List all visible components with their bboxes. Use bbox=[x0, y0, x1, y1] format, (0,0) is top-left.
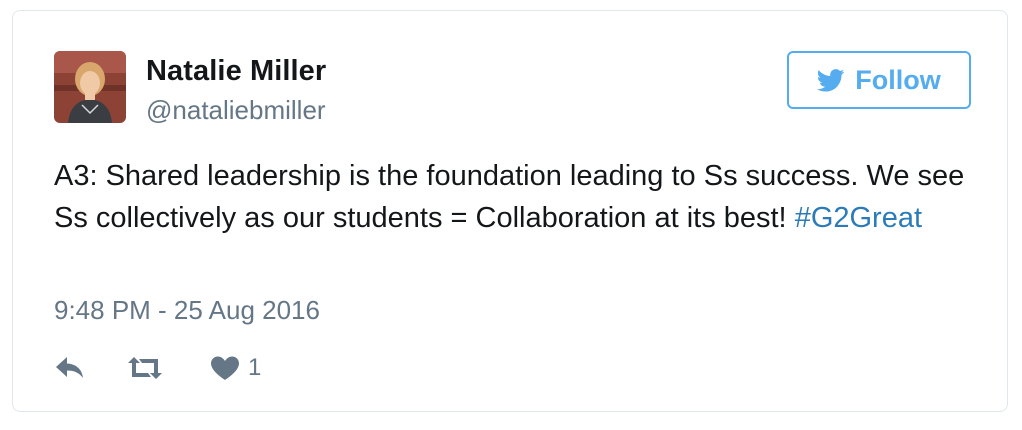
follow-button[interactable]: Follow bbox=[787, 51, 971, 109]
reply-button[interactable] bbox=[54, 355, 86, 381]
heart-icon bbox=[211, 356, 239, 380]
retweet-button[interactable] bbox=[126, 355, 164, 381]
retweet-icon bbox=[128, 357, 162, 379]
hashtag-link[interactable]: #G2Great bbox=[795, 202, 922, 234]
timestamp-link[interactable]: 9:48 PM - 25 Aug 2016 bbox=[54, 295, 320, 326]
tweet-text: A3: Shared leadership is the foundation … bbox=[54, 155, 974, 239]
tweet-card: Natalie Miller @nataliebmiller Follow A3… bbox=[12, 10, 1008, 412]
author-handle[interactable]: @nataliebmiller bbox=[146, 95, 326, 126]
author-name[interactable]: Natalie Miller bbox=[146, 55, 326, 88]
twitter-bird-icon bbox=[817, 68, 845, 92]
follow-label: Follow bbox=[855, 64, 941, 95]
action-bar: 1 bbox=[54, 351, 261, 385]
reply-icon bbox=[56, 357, 83, 378]
avatar[interactable] bbox=[54, 51, 126, 123]
like-count: 1 bbox=[248, 354, 262, 381]
profile-photo bbox=[54, 51, 126, 123]
like-button[interactable]: 1 bbox=[210, 354, 261, 382]
